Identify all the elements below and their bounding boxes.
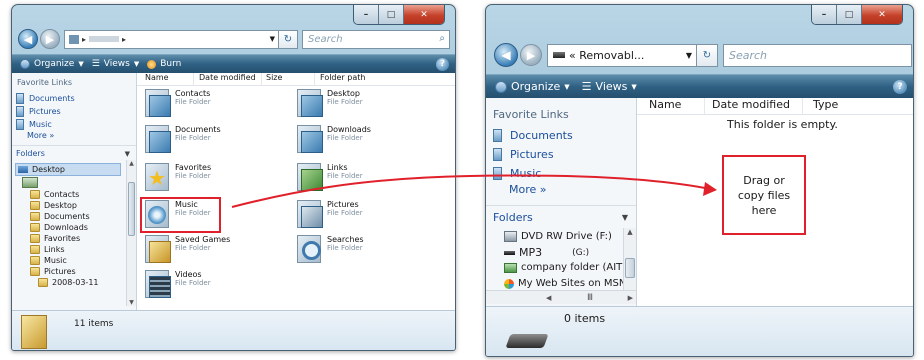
drop-callout-box: Drag or copy files here	[722, 155, 806, 235]
callout-text-line: Drag or	[743, 173, 785, 187]
callout-text-line: copy files	[737, 188, 791, 202]
callout-text-line: here	[751, 203, 777, 217]
arrow-head-icon	[703, 182, 717, 196]
drag-arrow-line	[231, 174, 706, 208]
